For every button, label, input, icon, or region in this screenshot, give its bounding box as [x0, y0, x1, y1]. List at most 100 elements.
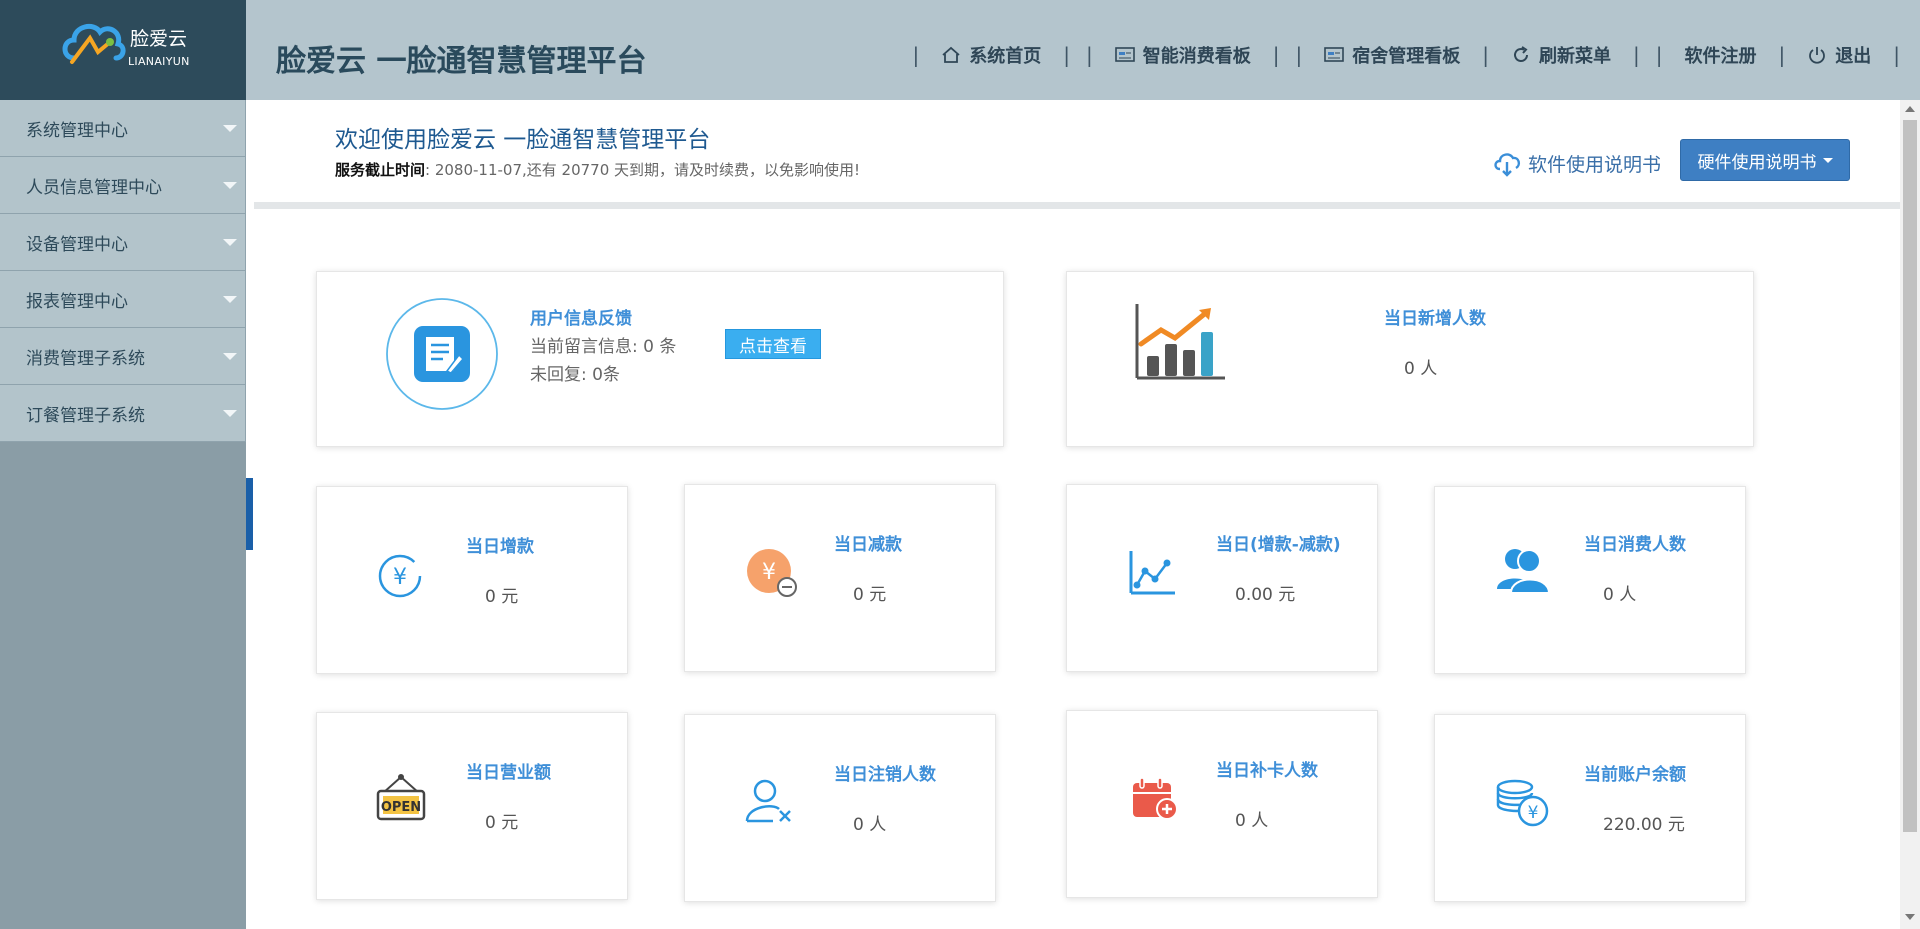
sidebar-item-personnel[interactable]: 人员信息管理中心	[0, 157, 246, 214]
stat-card-balance: ¥ 当前账户余额 220.00 元	[1434, 714, 1746, 902]
new-users-card: 当日新增人数 0 人	[1066, 271, 1754, 447]
divider	[254, 202, 1900, 209]
stat-value: 0.00 元	[1235, 585, 1296, 605]
nav-logout-label: 退出	[1835, 46, 1872, 67]
caret-down-icon	[223, 125, 237, 132]
stat-card-revenue: OPEN 当日营业额 0 元	[316, 712, 628, 900]
cloud-logo-icon	[62, 23, 126, 64]
calendar-add-icon	[1133, 777, 1178, 820]
scroll-thumb[interactable]	[1903, 120, 1917, 832]
svg-text:¥: ¥	[393, 565, 407, 590]
brand-name: 脸爱云	[130, 28, 188, 50]
sidebar-item-report[interactable]: 报表管理中心	[0, 271, 246, 328]
stat-title: 当日注销人数	[834, 765, 936, 785]
brand-sub: LIANAIYUN	[128, 55, 190, 68]
svg-text:¥: ¥	[1528, 803, 1539, 823]
feedback-document-icon	[386, 298, 498, 410]
nav-software-register[interactable]: 软件注册	[1685, 42, 1757, 68]
nav-software-register-label: 软件注册	[1684, 46, 1757, 67]
coins-yuan-icon: ¥	[1496, 779, 1549, 827]
nav-refresh-menu[interactable]: 刷新菜单	[1511, 42, 1611, 68]
software-manual-link[interactable]: 软件使用说明书	[1492, 150, 1661, 177]
stat-card-consumers: 当日消费人数 0 人	[1434, 486, 1746, 674]
page-title: 脸爱云 一脸通智慧管理平台	[276, 44, 647, 79]
caret-down-icon	[223, 410, 237, 417]
refresh-icon	[1514, 46, 1528, 62]
welcome-title: 欢迎使用脸爱云 一脸通智慧管理平台	[335, 127, 711, 153]
feedback-unreplied: 未回复: 0条	[530, 365, 620, 385]
nav-dorm-board[interactable]: 宿舍管理看板	[1324, 42, 1460, 68]
stat-title: 当日增款	[466, 537, 534, 557]
sidebar-item-label: 消费管理子系统	[26, 348, 145, 369]
open-sign-icon: OPEN	[376, 774, 426, 821]
stat-value: 0 人	[1235, 811, 1269, 831]
new-users-value: 0 人	[1404, 359, 1438, 379]
vertical-scrollbar[interactable]	[1900, 100, 1920, 929]
stat-title: 当前账户余额	[1584, 765, 1686, 785]
dashboard-icon	[1324, 47, 1345, 62]
cloud-download-icon	[1494, 152, 1521, 177]
growth-chart-icon	[1135, 304, 1225, 380]
sidebar-item-system[interactable]: 系统管理中心	[0, 100, 246, 157]
sidebar-item-label: 系统管理中心	[26, 120, 128, 141]
feedback-title: 用户信息反馈	[530, 309, 632, 329]
sidebar-item-label: 人员信息管理中心	[26, 177, 162, 198]
sidebar-item-label: 报表管理中心	[26, 291, 128, 312]
caret-down-icon	[223, 296, 237, 303]
nav-consumption-board-label: 智能消费看板	[1142, 46, 1251, 67]
home-icon	[942, 46, 960, 63]
feedback-messages: 当前留言信息: 0 条	[530, 337, 677, 357]
stat-value: 0 人	[1603, 585, 1637, 605]
sidebar-item-label: 设备管理中心	[26, 234, 128, 255]
view-feedback-button[interactable]: 点击查看	[725, 329, 821, 359]
hardware-manual-label: 硬件使用说明书	[1697, 152, 1817, 173]
stat-card-withdraw: ¥ 当日减款 0 元	[684, 484, 996, 672]
yuan-minus-icon: ¥	[747, 549, 797, 597]
stat-value: 0 元	[485, 587, 519, 607]
sidebar-collapse-handle[interactable]	[246, 478, 253, 550]
svg-text:¥: ¥	[762, 560, 776, 585]
caret-down-icon	[223, 353, 237, 360]
stat-title: 当日(增款-减款)	[1216, 535, 1341, 555]
scroll-down-icon[interactable]	[1905, 914, 1915, 920]
caret-down-icon	[223, 239, 237, 246]
service-expiry: 服务截止时间: 2080-11-07,还有 20770 天到期，请及时续费，以免…	[335, 159, 860, 180]
stat-card-net: 当日(增款-减款) 0.00 元	[1066, 484, 1378, 672]
nav-home[interactable]: 系统首页	[941, 42, 1041, 68]
power-icon	[1809, 47, 1826, 64]
feedback-card: 用户信息反馈 当前留言信息: 0 条 未回复: 0条 点击查看	[316, 271, 1004, 447]
users-icon	[1497, 549, 1551, 594]
stat-card-deposit: ¥ 当日增款 0 元	[316, 486, 628, 674]
caret-down-icon	[1822, 157, 1833, 163]
stat-value: 0 元	[853, 585, 887, 605]
sidebar-item-consumption[interactable]: 消费管理子系统	[0, 328, 246, 385]
sidebar-item-label: 订餐管理子系统	[26, 405, 145, 426]
nav-home-label: 系统首页	[969, 46, 1042, 67]
sidebar: 系统管理中心 人员信息管理中心 设备管理中心 报表管理中心 消费管理子系统 订餐…	[0, 100, 246, 929]
software-manual-label: 软件使用说明书	[1528, 154, 1662, 176]
nav-logout[interactable]: 退出	[1807, 42, 1871, 68]
caret-down-icon	[223, 182, 237, 189]
top-header: 脸爱云 LIANAIYUN 脸爱云 一脸通智慧管理平台 | 系统首页 | | 智…	[0, 0, 1920, 100]
stat-title: 当日消费人数	[1584, 535, 1686, 555]
scroll-up-icon[interactable]	[1905, 106, 1915, 112]
nav-dorm-board-label: 宿舍管理看板	[1352, 46, 1461, 67]
sidebar-item-device[interactable]: 设备管理中心	[0, 214, 246, 271]
service-expiry-label: 服务截止时间	[335, 161, 426, 179]
dashboard-icon	[1114, 47, 1135, 62]
stat-title: 当日营业额	[466, 763, 551, 783]
stat-card-reissue: 当日补卡人数 0 人	[1066, 710, 1378, 898]
nav-consumption-board[interactable]: 智能消费看板	[1114, 42, 1251, 68]
user-remove-icon	[745, 779, 791, 823]
sidebar-item-ordering[interactable]: 订餐管理子系统	[0, 385, 246, 442]
stat-value: 0 人	[853, 815, 887, 835]
svg-text:OPEN: OPEN	[381, 800, 421, 815]
hardware-manual-dropdown[interactable]: 硬件使用说明书	[1680, 139, 1850, 181]
stat-card-cancellations: 当日注销人数 0 人	[684, 714, 996, 902]
stat-value: 0 元	[485, 813, 519, 833]
new-users-title: 当日新增人数	[1384, 309, 1486, 329]
stat-value: 220.00 元	[1603, 815, 1685, 835]
yuan-coin-icon: ¥	[378, 554, 422, 598]
logo: 脸爱云 LIANAIYUN	[0, 0, 246, 100]
stat-title: 当日补卡人数	[1216, 761, 1318, 781]
